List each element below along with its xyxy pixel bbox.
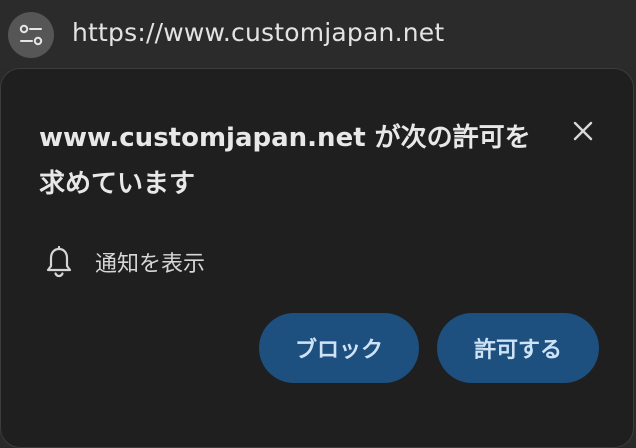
site-info-button[interactable] — [8, 12, 54, 58]
permission-item-notifications: 通知を表示 — [45, 245, 205, 279]
address-bar: https://www.customjapan.net — [0, 0, 636, 68]
prompt-title: www.customjapan.net が次の許可を求めています — [39, 123, 531, 199]
permission-prompt: www.customjapan.net が次の許可を求めています 通知を表示 ブ… — [0, 68, 634, 448]
close-icon — [573, 121, 593, 141]
close-button[interactable] — [565, 113, 601, 149]
url-text[interactable]: https://www.customjapan.net — [72, 18, 444, 47]
bell-icon — [46, 246, 72, 278]
permission-label: 通知を表示 — [95, 252, 206, 277]
allow-button[interactable]: 許可する — [437, 313, 599, 383]
block-button[interactable]: ブロック — [259, 313, 419, 383]
tune-icon — [19, 24, 43, 46]
